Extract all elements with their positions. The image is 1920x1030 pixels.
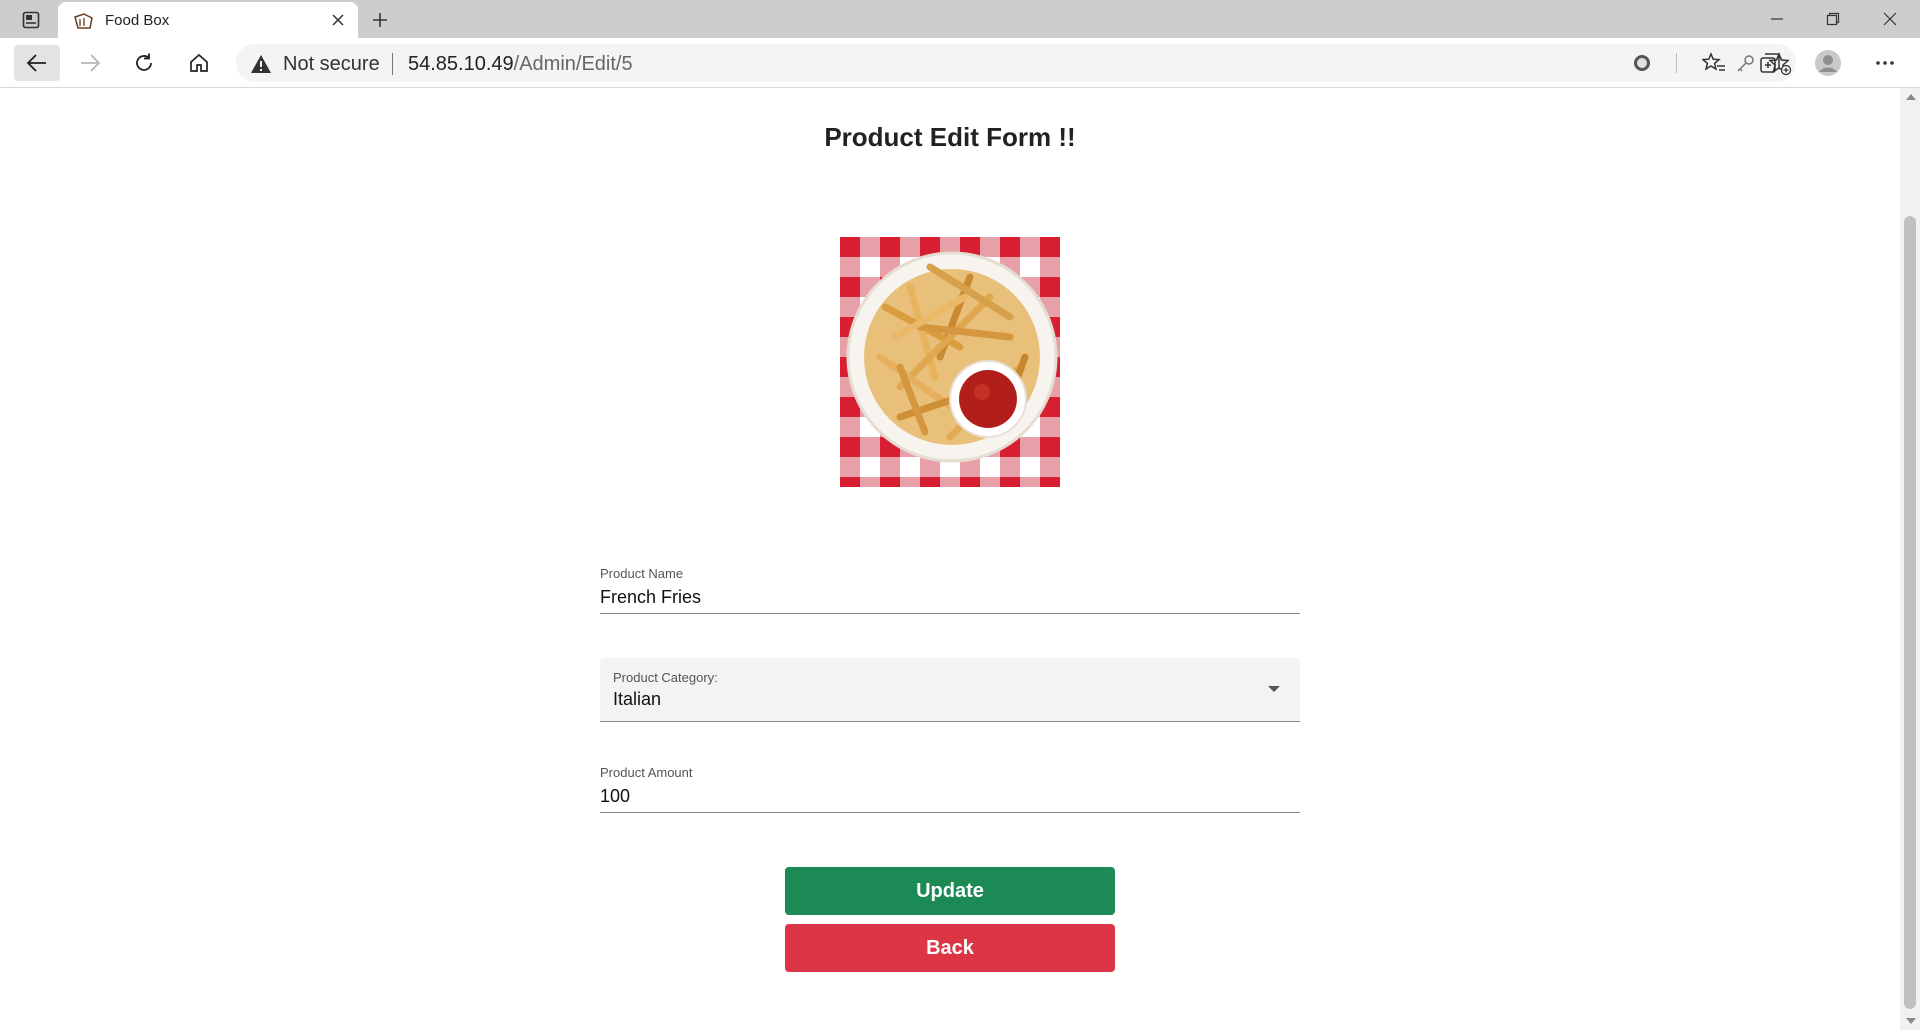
back-button[interactable]: Back: [785, 924, 1115, 972]
food-box-favicon-icon: [72, 12, 94, 30]
product-category-select[interactable]: Product Category: Italian: [600, 658, 1300, 722]
tab-strip: Food Box: [0, 0, 1920, 38]
product-name-label: Product Name: [600, 566, 684, 581]
product-amount-input[interactable]: 100: [600, 786, 1300, 807]
address-separator: [392, 53, 393, 75]
new-tab-icon[interactable]: [366, 7, 394, 33]
favorites-icon[interactable]: [1695, 45, 1733, 81]
url-host: 54.85.10.49: [408, 53, 514, 75]
address-bar[interactable]: Not secure 54.85.10.49/Admin/Edit/5: [236, 44, 1796, 82]
chevron-down-icon[interactable]: [1268, 686, 1280, 692]
tab-title: Food Box: [105, 12, 170, 29]
scroll-thumb[interactable]: [1904, 216, 1916, 1009]
update-button[interactable]: Update: [785, 867, 1115, 915]
security-label[interactable]: Not secure: [283, 53, 380, 76]
home-icon[interactable]: [181, 45, 217, 81]
product-category-value[interactable]: Italian: [613, 689, 1287, 710]
restore-icon[interactable]: [1805, 0, 1861, 38]
extension-icon[interactable]: [1623, 45, 1661, 81]
product-name-field[interactable]: Product Name French Fries: [600, 566, 1300, 614]
profile-avatar-icon[interactable]: [1809, 45, 1847, 81]
page-content: Product Edit Form !! Product Name French…: [0, 88, 1900, 1030]
close-window-icon[interactable]: [1862, 0, 1918, 38]
page-scrollbar[interactable]: [1900, 88, 1920, 1030]
product-category-label: Product Category:: [613, 670, 718, 685]
warning-icon[interactable]: [250, 54, 272, 74]
close-tab-icon[interactable]: [328, 10, 348, 30]
forward-arrow-icon[interactable]: [72, 45, 108, 81]
scroll-up-icon[interactable]: [1906, 94, 1916, 100]
product-amount-field[interactable]: Product Amount 100: [600, 765, 1300, 813]
product-image: [840, 237, 1060, 487]
back-arrow-icon[interactable]: [14, 45, 60, 81]
scroll-down-icon[interactable]: [1906, 1018, 1916, 1024]
minimize-icon[interactable]: [1749, 0, 1805, 38]
collections-icon[interactable]: [1751, 45, 1789, 81]
product-amount-label: Product Amount: [600, 765, 693, 780]
toolbar-divider: [1676, 53, 1677, 73]
product-name-input[interactable]: French Fries: [600, 587, 1300, 608]
url-text[interactable]: 54.85.10.49/Admin/Edit/5: [408, 53, 633, 76]
more-options-icon[interactable]: [1866, 45, 1904, 81]
page-title: Product Edit Form !!: [824, 122, 1076, 152]
url-path: /Admin/Edit/5: [513, 53, 633, 75]
refresh-icon[interactable]: [126, 45, 162, 81]
browser-tab[interactable]: Food Box: [58, 2, 358, 38]
browser-toolbar: Not secure 54.85.10.49/Admin/Edit/5: [0, 38, 1920, 88]
tab-actions-icon[interactable]: [14, 8, 48, 32]
